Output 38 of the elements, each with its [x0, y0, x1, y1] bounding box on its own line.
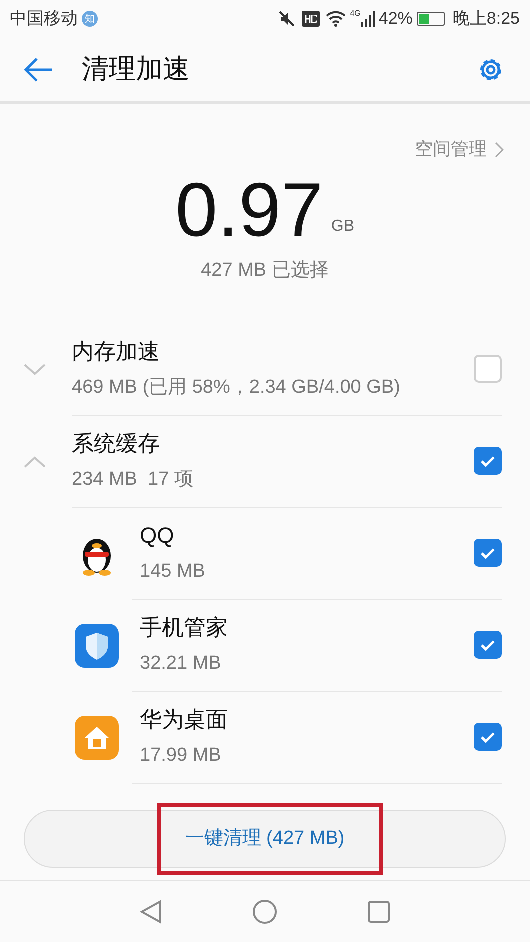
checkbox[interactable]: [474, 723, 502, 751]
page-title: 清理加速: [82, 53, 190, 86]
recents-nav-icon[interactable]: [368, 900, 390, 922]
checkbox[interactable]: [474, 447, 502, 475]
space-management-link[interactable]: 空间管理: [415, 136, 504, 163]
back-arrow-icon[interactable]: [24, 56, 54, 82]
category-detail: 469 MB (已用 58%，2.34 GB/4.00 GB): [72, 376, 402, 400]
selected-size: 427 MB 已选择: [201, 259, 329, 283]
amount-unit: GB: [331, 217, 355, 237]
network-type: 4G: [350, 8, 361, 20]
hd-icon: [302, 11, 320, 27]
category-title: 内存加速: [72, 338, 161, 366]
checkbox[interactable]: [474, 539, 502, 567]
carrier-name: 中国移动: [10, 8, 78, 30]
category-title: 系统缓存: [72, 430, 161, 458]
checkbox[interactable]: [474, 631, 502, 659]
app-name: 手机管家: [140, 614, 229, 642]
cleanable-amount: 0.97: [175, 171, 324, 251]
house-icon: [75, 716, 119, 760]
back-nav-icon[interactable]: [140, 900, 162, 924]
battery-percent: 42%: [378, 8, 413, 30]
clean-button[interactable]: 一键清理 (427 MB): [24, 810, 506, 868]
time: 晚上8:25: [452, 8, 520, 30]
app-size: 32.21 MB: [140, 652, 222, 676]
shield-icon: [75, 624, 119, 668]
notification-badge: 知: [82, 11, 98, 27]
home-nav-icon[interactable]: [252, 898, 278, 924]
checkbox[interactable]: [474, 355, 502, 383]
app-size: 145 MB: [140, 560, 206, 584]
wifi-icon: [326, 11, 346, 27]
category-detail: 234 MB 17 项: [72, 468, 194, 492]
battery-icon: [416, 12, 445, 26]
signal-icon: [360, 11, 377, 27]
mute-icon: [278, 10, 296, 28]
app-name: QQ: [140, 522, 176, 550]
app-name: 华为桌面: [140, 706, 229, 734]
chevron-right-icon: [495, 142, 504, 158]
app-size: 17.99 MB: [140, 744, 222, 768]
